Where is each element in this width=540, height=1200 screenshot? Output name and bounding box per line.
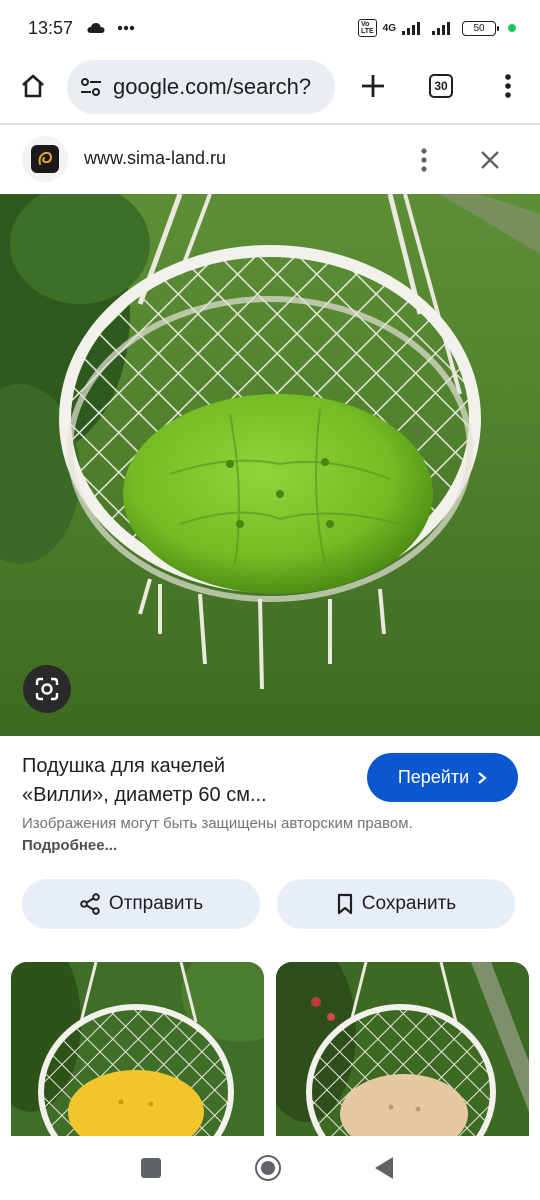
share-label: Отправить xyxy=(108,893,204,914)
back-button[interactable] xyxy=(375,1157,393,1179)
visit-button-label: Перейти xyxy=(397,767,470,787)
tab-switcher-button[interactable]: 30 xyxy=(423,68,459,104)
hammock-chair-photo xyxy=(0,194,540,736)
status-time: 13:57 xyxy=(28,17,74,38)
tune-icon[interactable] xyxy=(79,77,103,97)
source-header: www.sima-land.ru xyxy=(0,126,540,194)
chevron-right-icon xyxy=(478,771,487,784)
battery-level: 50 xyxy=(473,22,485,34)
volte-icon: Vo LTE xyxy=(357,19,377,37)
tab-switcher-icon: 30 xyxy=(429,74,453,98)
home-button[interactable] xyxy=(15,68,51,104)
result-title-line-1: Подушка для качелей xyxy=(22,755,226,777)
visit-button[interactable]: Перейти xyxy=(367,753,518,802)
recents-button[interactable] xyxy=(141,1158,161,1178)
status-bar: 13:57 Vo LTE 4G 50 xyxy=(0,0,540,56)
share-icon xyxy=(80,893,100,915)
copyright-text: Изображения могут быть защищены авторски… xyxy=(22,815,413,832)
copyright-notice: Изображения могут быть защищены авторски… xyxy=(22,813,422,857)
battery-icon: 50 xyxy=(462,20,499,36)
tab-count: 30 xyxy=(434,79,448,93)
google-lens-button[interactable] xyxy=(23,665,71,713)
system-nav-bar xyxy=(0,1136,540,1200)
more-vert-icon xyxy=(505,74,511,98)
result-title-line-2: «Вилли», диаметр 60 см... xyxy=(22,784,267,806)
source-more-button[interactable] xyxy=(408,142,440,178)
close-button[interactable] xyxy=(474,142,506,178)
toolbar-divider xyxy=(0,123,540,125)
plus-icon xyxy=(362,75,384,97)
more-vert-icon xyxy=(421,148,427,172)
url-text: google.com/search? xyxy=(113,74,312,99)
status-right: Vo LTE 4G 50 xyxy=(357,19,516,37)
close-icon xyxy=(481,151,499,169)
main-result-image[interactable] xyxy=(0,194,540,736)
browser-toolbar: google.com/search? 30 xyxy=(0,56,540,120)
bookmark-icon xyxy=(337,893,352,915)
related-image-1[interactable] xyxy=(11,962,264,1136)
status-left-icons xyxy=(87,22,135,34)
learn-more-link[interactable]: Подробнее... xyxy=(22,837,117,854)
home-nav-button[interactable] xyxy=(255,1155,281,1181)
beige-cushion-chair-photo xyxy=(276,962,529,1136)
new-tab-button[interactable] xyxy=(355,68,391,104)
yellow-cushion-chair-photo xyxy=(11,962,264,1136)
network-type: 4G xyxy=(382,22,396,34)
result-title[interactable]: Подушка для качелей «Вилли», диаметр 60 … xyxy=(22,752,352,810)
sima-land-logo-icon xyxy=(31,145,59,173)
share-button[interactable]: Отправить xyxy=(22,879,260,929)
privacy-indicator-icon xyxy=(508,24,516,32)
source-site-link[interactable]: www.sima-land.ru xyxy=(84,148,226,169)
cloud-icon xyxy=(87,23,105,33)
more-notifications-icon xyxy=(117,25,135,31)
signal-icon-1 xyxy=(402,21,420,35)
home-icon xyxy=(22,74,44,98)
save-button[interactable]: Сохранить xyxy=(277,879,515,929)
signal-icon-2 xyxy=(432,21,450,35)
site-favicon[interactable] xyxy=(22,136,68,182)
save-label: Сохранить xyxy=(361,893,457,914)
address-bar[interactable]: google.com/search? xyxy=(67,60,335,114)
related-image-2[interactable] xyxy=(276,962,529,1136)
browser-menu-button[interactable] xyxy=(490,68,526,104)
google-lens-icon xyxy=(35,677,59,701)
